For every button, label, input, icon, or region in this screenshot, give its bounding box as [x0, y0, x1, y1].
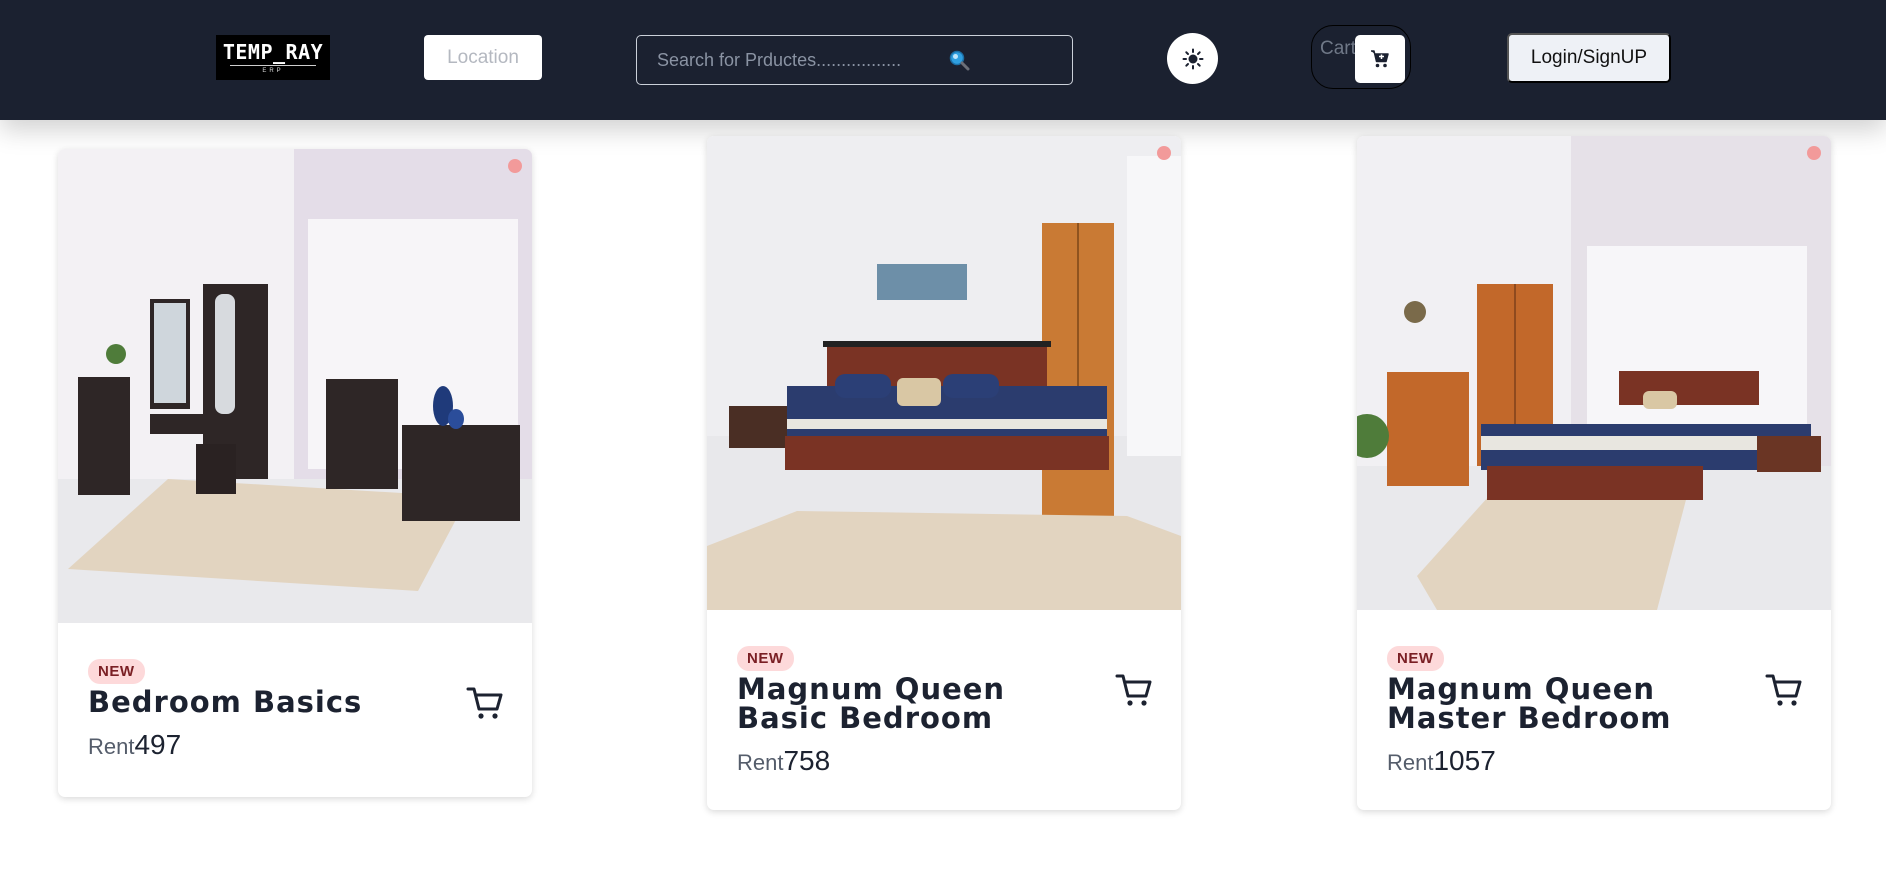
price-label: Rent	[1387, 750, 1434, 775]
status-dot	[508, 159, 522, 173]
price-value: 497	[134, 729, 182, 760]
search-icon[interactable]	[948, 49, 970, 71]
new-badge: NEW	[1387, 646, 1444, 671]
search-bar[interactable]: Search for Prductes.................	[636, 35, 1073, 85]
logo-text: TEMP_RAY	[222, 40, 324, 64]
product-title[interactable]: Magnum Queen Basic Bedroom	[737, 675, 1097, 733]
location-button[interactable]: Location	[424, 35, 542, 80]
theme-toggle-button[interactable]	[1167, 33, 1218, 84]
product-card[interactable]: NEW Bedroom Basics Rent497	[58, 149, 532, 797]
product-image[interactable]	[707, 136, 1181, 610]
price-label: Rent	[737, 750, 784, 775]
product-price: Rent758	[737, 745, 1151, 777]
product-image[interactable]	[58, 149, 532, 623]
product-card[interactable]: NEW Magnum Queen Master Bedroom Rent1057	[1357, 136, 1831, 810]
cart-button[interactable]	[1355, 35, 1405, 83]
status-dot	[1807, 146, 1821, 160]
new-badge: NEW	[88, 659, 145, 684]
cart-icon	[1371, 50, 1389, 68]
price-label: Rent	[88, 734, 135, 759]
price-value: 1057	[1433, 745, 1496, 776]
cart-label: Cart	[1320, 38, 1356, 59]
product-title[interactable]: Magnum Queen Master Bedroom	[1387, 675, 1747, 733]
product-image[interactable]	[1357, 136, 1831, 610]
price-value: 758	[783, 745, 831, 776]
add-to-cart-icon[interactable]	[1115, 672, 1153, 708]
product-price: Rent497	[88, 729, 502, 761]
search-input[interactable]: Search for Prductes.................	[657, 50, 901, 71]
product-price: Rent1057	[1387, 745, 1801, 777]
logo-subtext: ERP	[262, 68, 284, 74]
status-dot	[1157, 146, 1171, 160]
product-info: NEW Bedroom Basics Rent497	[58, 623, 532, 761]
add-to-cart-icon[interactable]	[1765, 672, 1803, 708]
cart-container[interactable]: Cart	[1311, 25, 1411, 89]
product-info: NEW Magnum Queen Basic Bedroom Rent758	[707, 610, 1181, 777]
product-title[interactable]: Bedroom Basics	[88, 688, 448, 717]
product-info: NEW Magnum Queen Master Bedroom Rent1057	[1357, 610, 1831, 777]
brand-logo[interactable]: TEMP_RAY ERP	[216, 35, 330, 80]
logo-divider	[230, 65, 316, 66]
new-badge: NEW	[737, 646, 794, 671]
login-signup-button[interactable]: Login/SignUP	[1507, 33, 1671, 83]
product-card[interactable]: NEW Magnum Queen Basic Bedroom Rent758	[707, 136, 1181, 810]
navbar: TEMP_RAY ERP Location Search for Prducte…	[0, 0, 1886, 120]
add-to-cart-icon[interactable]	[466, 685, 504, 721]
sun-icon	[1182, 48, 1203, 69]
